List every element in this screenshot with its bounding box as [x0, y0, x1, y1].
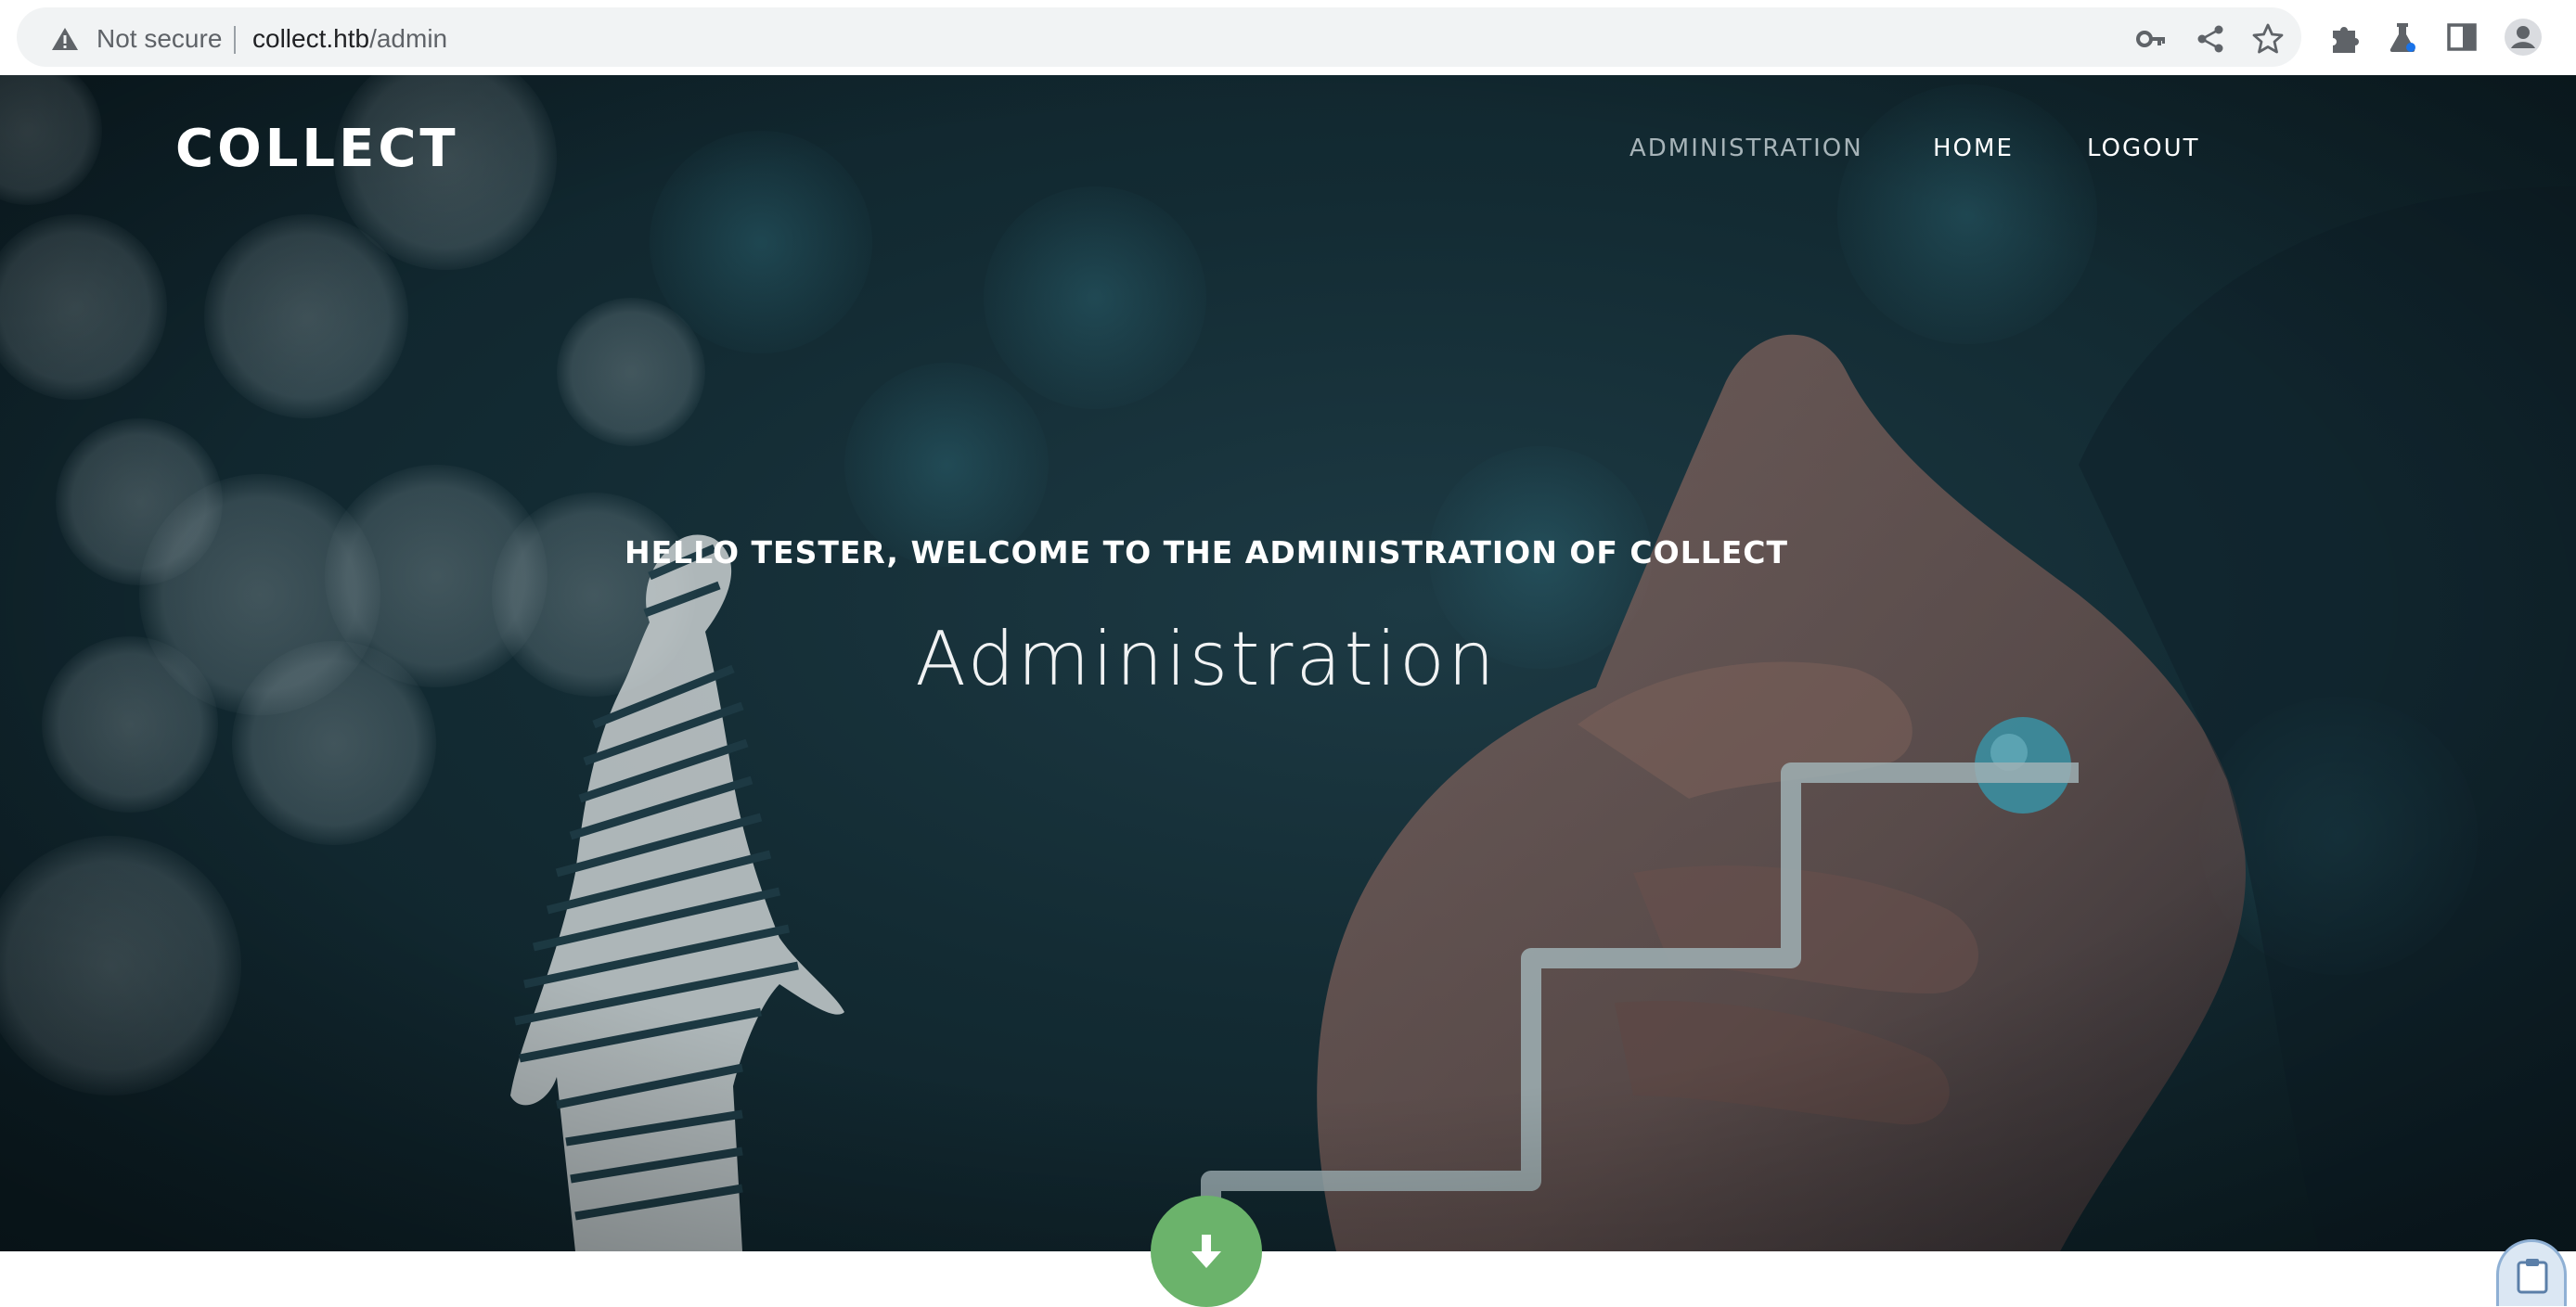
address-separator	[234, 26, 236, 54]
key-icon[interactable]	[2134, 22, 2168, 56]
url-path: /admin	[369, 24, 448, 53]
profile-icon[interactable]	[2504, 18, 2543, 57]
warning-icon[interactable]	[50, 26, 80, 52]
share-icon[interactable]	[2194, 22, 2227, 56]
star-icon[interactable]	[2251, 22, 2285, 56]
clipboard-icon	[2517, 1259, 2548, 1294]
floating-widget[interactable]	[2496, 1239, 2567, 1306]
content-area-top	[0, 1251, 2576, 1306]
side-panel-icon[interactable]	[2444, 19, 2479, 55]
url-host: collect.htb	[252, 24, 370, 53]
url-text[interactable]: collect.htb/admin	[252, 24, 447, 54]
hero-section: COLLECT ADMINISTRATION HOME LOGOUT HELLO…	[0, 75, 2576, 1251]
nav-administration[interactable]: ADMINISTRATION	[1629, 135, 1863, 162]
labs-icon[interactable]	[2385, 19, 2420, 55]
security-status[interactable]: Not secure	[97, 24, 222, 54]
site-logo[interactable]: COLLECT	[175, 120, 459, 179]
welcome-message: HELLO TESTER, WELCOME TO THE ADMINISTRAT…	[624, 534, 1789, 570]
browser-toolbar: Not secure collect.htb/admin	[0, 0, 2576, 75]
address-bar[interactable]: Not secure collect.htb/admin	[17, 7, 2301, 67]
nav-home[interactable]: HOME	[1933, 135, 2014, 162]
page-title: Administration	[915, 616, 1498, 702]
nav-logout[interactable]: LOGOUT	[2087, 135, 2200, 162]
arrow-down-icon	[1191, 1235, 1221, 1268]
scroll-down-button[interactable]	[1151, 1196, 1262, 1307]
extensions-icon[interactable]	[2327, 19, 2363, 55]
